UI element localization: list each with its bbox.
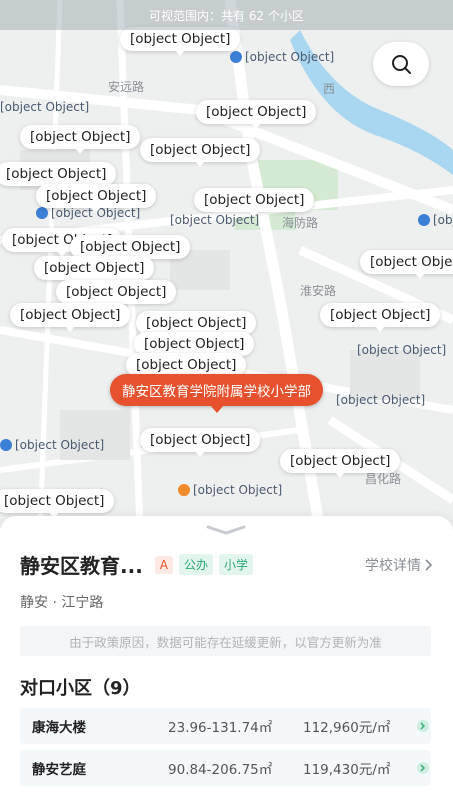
community-name: 康海大楼	[32, 720, 86, 736]
visible-count-banner: 可视范围内：共有 62 个小区	[0, 0, 453, 30]
poi-label[interactable]: [object Object]	[336, 393, 425, 407]
school-detail-link[interactable]: 学校详情	[365, 555, 433, 575]
poi-label[interactable]: [object Object]	[357, 343, 446, 357]
school-detail-label: 学校详情	[365, 557, 421, 574]
community-table: 康海大楼 23.96-131.74㎡ 112,960元/㎡ 静安艺庭 90.84…	[20, 708, 431, 792]
street-label: 西	[323, 82, 336, 96]
table-row[interactable]: 康海大楼 23.96-131.74㎡ 112,960元/㎡	[20, 708, 431, 744]
poi-label[interactable]: [object Object]	[0, 100, 89, 114]
school-location: 静安 · 江宁路	[20, 595, 104, 611]
community-price-bubble[interactable]: [object Object]	[56, 280, 177, 309]
policy-notice: 由于政策原因，数据可能存在延缓更新，以官方更新为准	[20, 626, 431, 656]
poi-text: [object Object]	[193, 483, 283, 497]
school-detail-sheet: 静安区教育... A 公办 小学 学校详情 静安 · 江宁路 由于政策原因，数据…	[0, 516, 453, 803]
poi-text: [object Object]	[15, 438, 105, 452]
poi-label[interactable]: [object Object]	[170, 213, 259, 227]
search-icon	[392, 55, 411, 74]
street-label: 海防路	[282, 216, 319, 230]
section-title: 对口小区（9）	[20, 678, 141, 699]
community-name: 静安艺庭	[32, 762, 86, 778]
community-price-bubble[interactable]: [object Object]	[36, 184, 157, 213]
level-badge: 小学	[219, 554, 254, 575]
school-map-pin[interactable]: 静安区教育学院附属学校小学部	[110, 374, 323, 413]
poi-label[interactable]: [object Object]	[178, 483, 282, 497]
street-label: 淮安路	[300, 284, 337, 298]
restaurant-icon	[178, 484, 190, 496]
poi-text: [object Object]	[245, 50, 335, 64]
map-search-button[interactable]	[373, 42, 429, 86]
community-price-bubble[interactable]: [object Object]	[320, 303, 441, 332]
community-price-bubble[interactable]: [object Object]	[280, 449, 401, 478]
poi-label[interactable]: [object Object]	[36, 206, 140, 220]
chevron-right-icon	[417, 762, 429, 774]
community-price-bubble[interactable]: [object Object]	[140, 138, 261, 167]
street-label: 安远路	[108, 80, 145, 94]
building-icon	[418, 214, 430, 226]
community-area: 23.96-131.74㎡	[168, 720, 273, 736]
community-price-bubble[interactable]: [object Object]	[0, 489, 115, 518]
poi-text: [object Object]	[170, 213, 260, 227]
poi-label[interactable]: [object Object]	[418, 213, 453, 227]
poi-text: [object Object]	[0, 100, 90, 114]
community-price-bubble[interactable]: [object Object]	[140, 428, 261, 457]
poi-label[interactable]: [object Object]	[230, 50, 334, 64]
table-row[interactable]: 静安艺庭 90.84-206.75㎡ 119,430元/㎡	[20, 750, 431, 786]
poi-text: [object Object]	[357, 343, 447, 357]
drag-handle-icon[interactable]	[205, 524, 247, 536]
school-name: 静安区教育...	[20, 554, 143, 578]
community-price-bubble[interactable]: [object Object]	[120, 27, 241, 56]
school-header: 静安区教育... A 公办 小学 学校详情	[20, 550, 433, 579]
community-price-bubble[interactable]: [object Object]	[194, 188, 315, 217]
community-price-bubble[interactable]: [object Object]	[196, 100, 317, 129]
chevron-right-icon	[417, 720, 429, 732]
map-view[interactable]: 安远路 海防路 淮安路 昌化路 西 [object Object] [objec…	[0, 0, 453, 530]
community-price-bubble[interactable]: [object Object]	[0, 162, 117, 191]
community-price-bubble[interactable]: [object Object]	[360, 250, 453, 279]
community-price-bubble[interactable]: [object Object]	[34, 256, 155, 285]
type-badge: 公办	[179, 554, 214, 575]
community-price-bubble[interactable]: [object Object]	[20, 125, 141, 154]
poi-label[interactable]: [object Object]	[0, 438, 104, 452]
community-area: 90.84-206.75㎡	[168, 762, 273, 778]
building-icon	[36, 207, 48, 219]
building-icon	[230, 51, 242, 63]
community-price-bubble[interactable]: [object Object]	[10, 303, 131, 332]
poi-text: [object Object]	[433, 213, 453, 227]
poi-text: [object Object]	[336, 393, 426, 407]
community-price: 119,430元/㎡	[303, 762, 391, 778]
rating-badge: A	[154, 555, 174, 574]
community-price: 112,960元/㎡	[303, 720, 391, 736]
chevron-right-icon	[425, 558, 433, 571]
building-icon	[0, 439, 12, 451]
